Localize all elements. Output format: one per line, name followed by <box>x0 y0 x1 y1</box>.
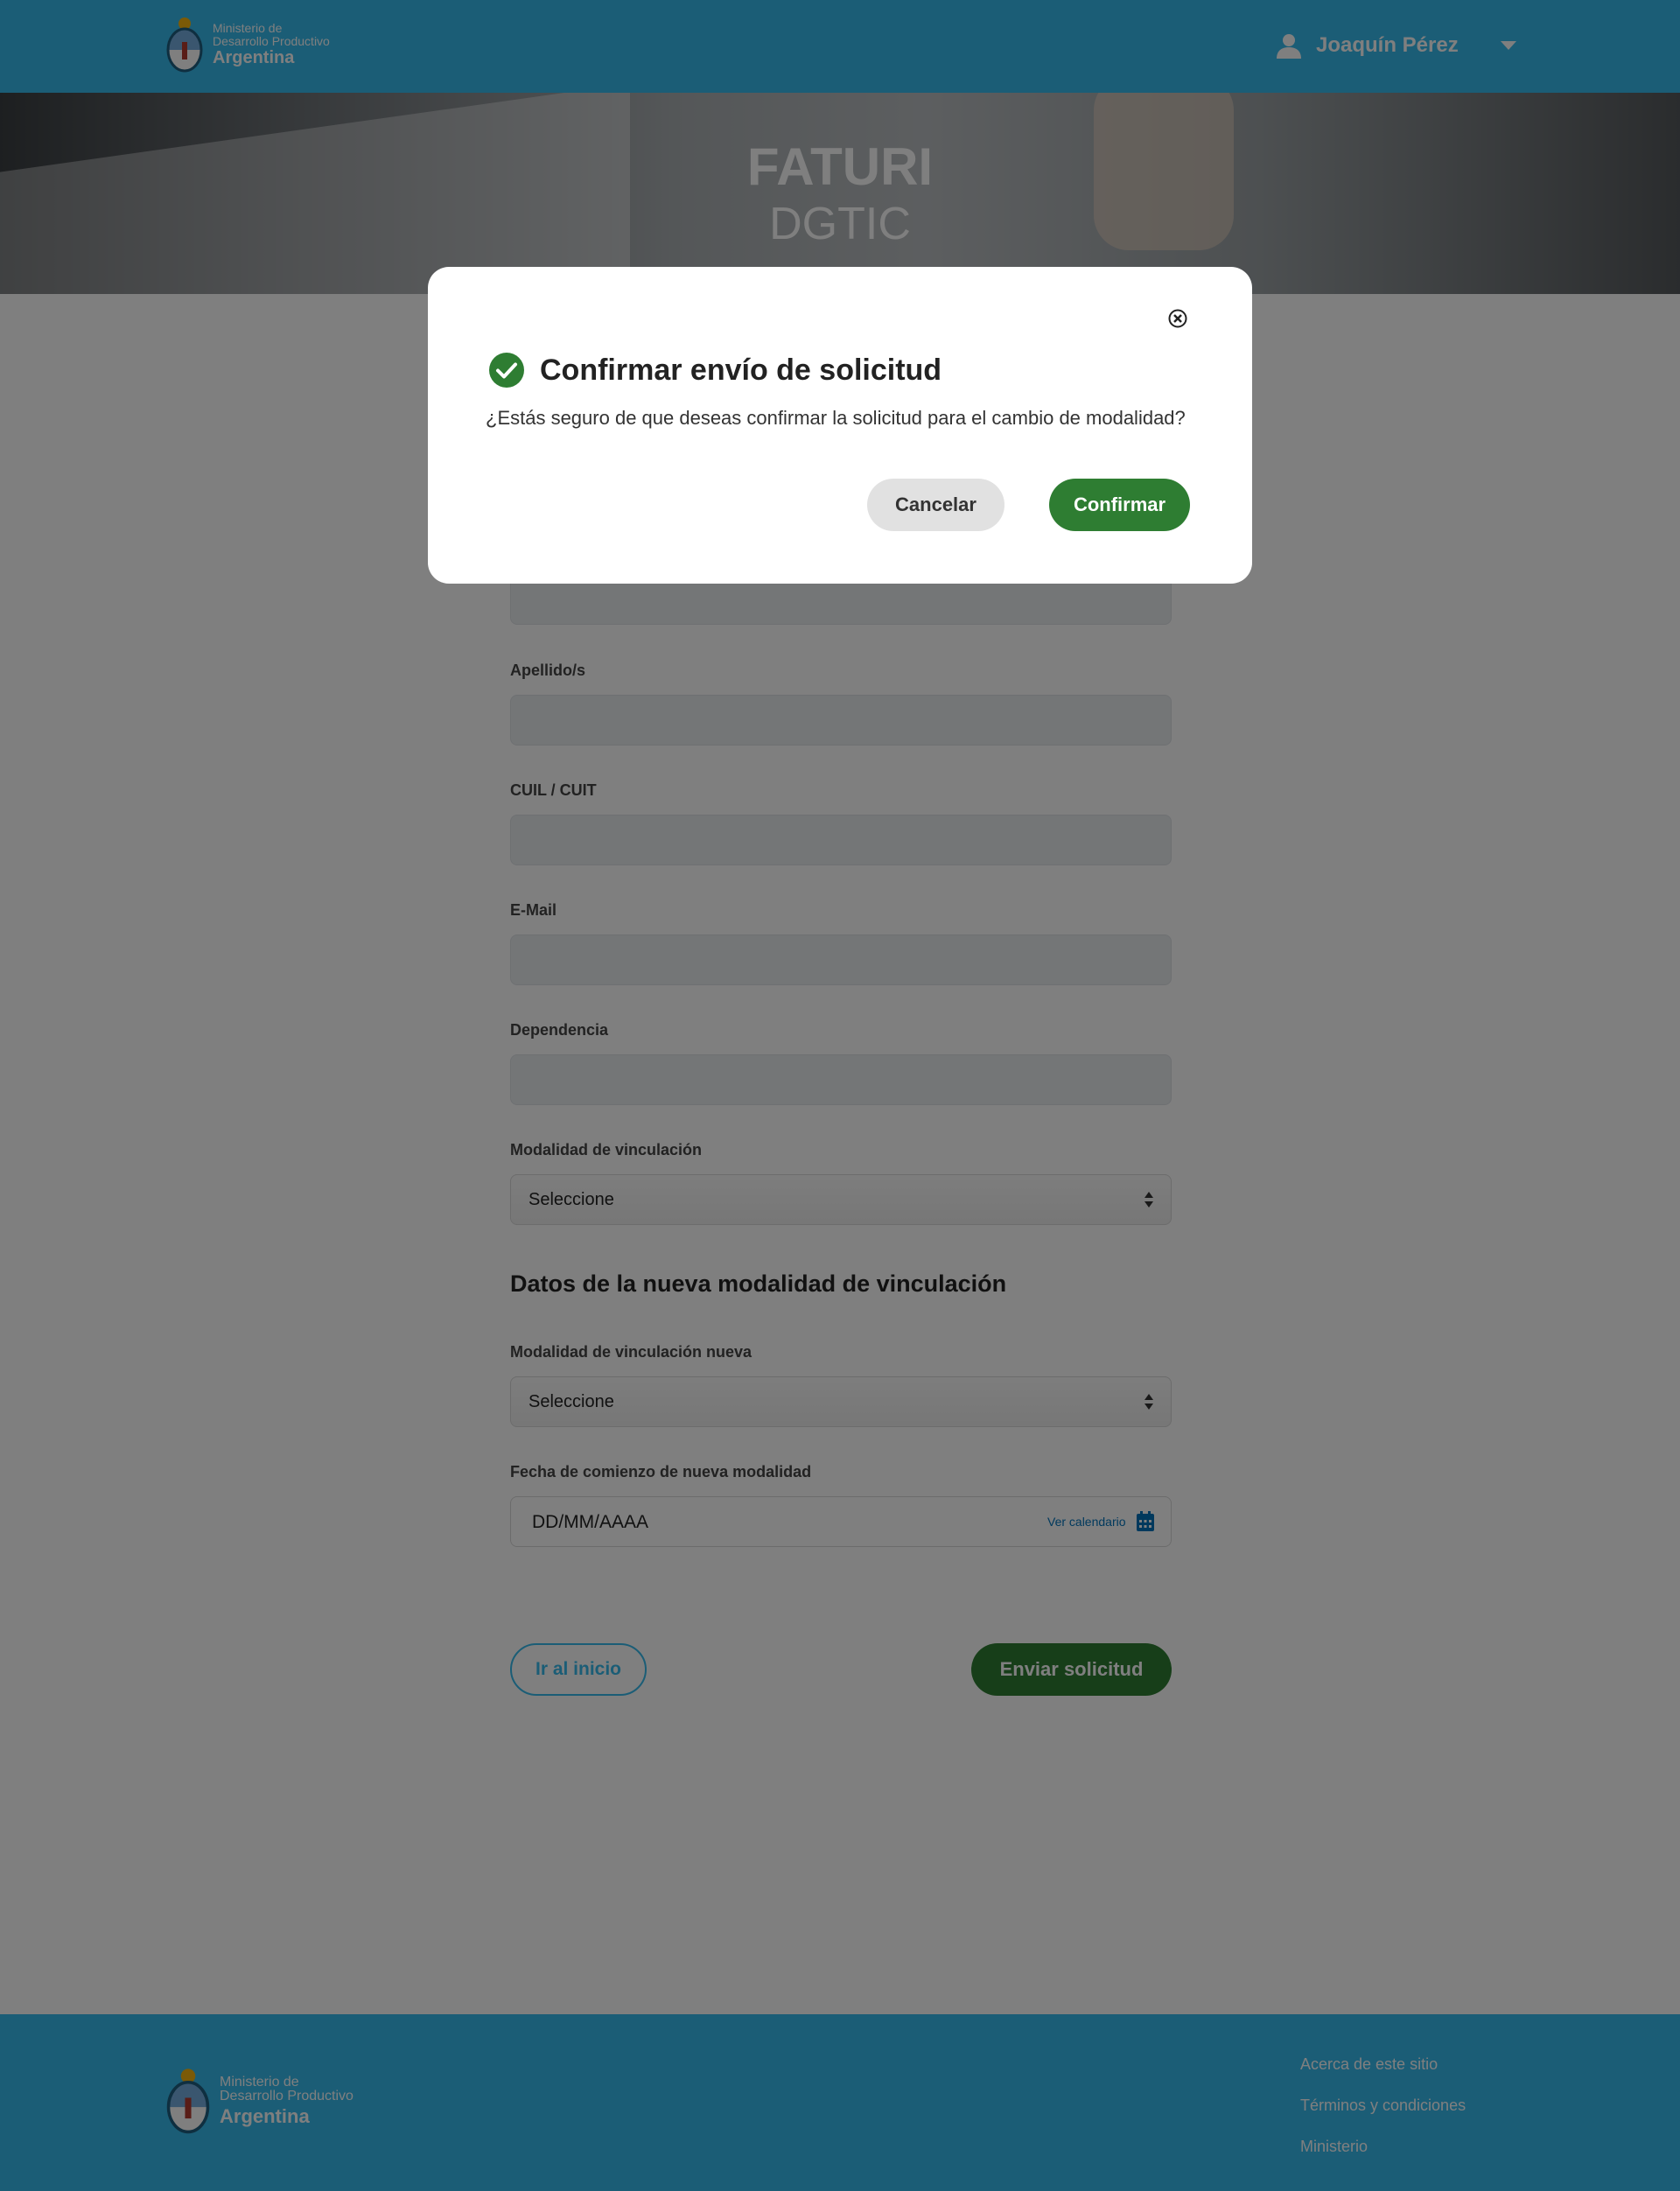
dialog-header: Confirmar envío de solicitud <box>489 353 942 388</box>
confirm-dialog: Confirmar envío de solicitud ¿Estás segu… <box>428 267 1252 584</box>
cancel-button[interactable]: Cancelar <box>867 479 1004 531</box>
dialog-message: ¿Estás seguro de que deseas confirmar la… <box>486 407 1186 429</box>
check-circle-icon <box>489 353 524 388</box>
dialog-title: Confirmar envío de solicitud <box>540 353 942 387</box>
confirm-button[interactable]: Confirmar <box>1049 479 1190 531</box>
close-circle-icon[interactable] <box>1168 309 1187 328</box>
